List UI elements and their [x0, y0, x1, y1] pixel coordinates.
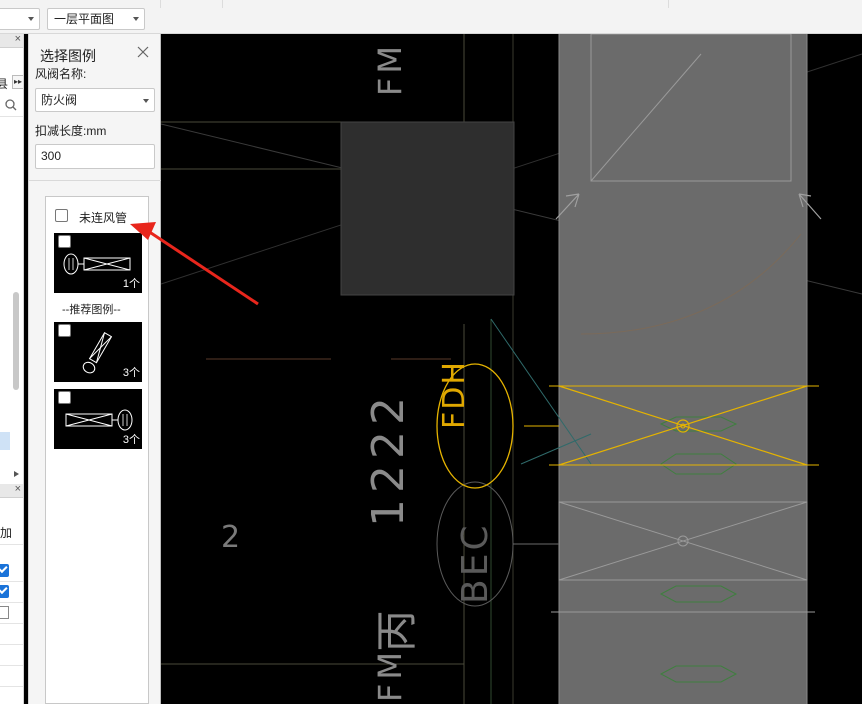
- damper-tag-fdh[interactable]: FDH: [437, 360, 472, 429]
- damper-name-label: 风阀名称:: [35, 67, 87, 81]
- legend-tile-count: 3个: [122, 367, 140, 379]
- divider: [0, 581, 23, 582]
- toolbar-divider: [222, 0, 223, 8]
- cad-text-bing: 丙: [372, 609, 421, 652]
- panel-title: 选择图例: [40, 48, 96, 64]
- legend-selection-panel: 选择图例 风阀名称: 防火阀 扣减长度:mm 300 未连风管 1个 --推荐图…: [28, 34, 161, 704]
- legend-tile-count: 1个: [122, 278, 140, 290]
- cad-text-bec: BEC: [455, 522, 496, 604]
- unconnected-duct-checkbox[interactable]: [55, 209, 68, 222]
- chevron-down-icon: [28, 17, 34, 21]
- expand-toggle-button[interactable]: ▸▸: [12, 75, 23, 89]
- divider: [0, 116, 23, 117]
- divider: [0, 623, 23, 624]
- deduct-length-input[interactable]: 300: [35, 144, 155, 169]
- selected-tree-item[interactable]: [0, 432, 10, 450]
- unconnected-duct-label: 未连风管: [79, 211, 128, 225]
- cad-drawing-canvas[interactable]: FM 1222 丙 FM BEC 2 FDH: [161, 34, 862, 704]
- side-panel-header: ×: [0, 483, 23, 498]
- close-icon[interactable]: ×: [15, 483, 21, 495]
- add-label: 加: [0, 526, 13, 540]
- divider: [0, 644, 23, 645]
- legend-tile[interactable]: 3个: [54, 389, 142, 449]
- cad-text-1222: 1222: [363, 391, 414, 527]
- divider: [0, 686, 23, 687]
- expand-arrow-icon[interactable]: [14, 471, 19, 477]
- toolbar-divider: [668, 0, 669, 8]
- legend-tile-count: 3个: [122, 434, 140, 446]
- close-icon[interactable]: [134, 43, 152, 61]
- cad-text-fm-bottom: FM: [371, 647, 409, 702]
- divider: [0, 544, 23, 545]
- side-panel-partial-text: 县: [0, 75, 8, 92]
- floor-select[interactable]: 一层平面图: [47, 8, 145, 30]
- legend-tile-checkbox[interactable]: [58, 235, 71, 248]
- deduct-length-value: 300: [41, 149, 62, 163]
- toolbar-left-select[interactable]: [0, 8, 40, 30]
- chevron-down-icon: [133, 17, 139, 21]
- divider: [0, 665, 23, 666]
- search-icon[interactable]: [3, 98, 21, 112]
- divider: [29, 180, 161, 181]
- floor-select-value: 一层平面图: [54, 12, 115, 26]
- legend-tile-checkbox[interactable]: [58, 324, 71, 337]
- scrollbar[interactable]: [13, 292, 19, 390]
- damper-name-value: 防火阀: [41, 93, 78, 107]
- close-icon[interactable]: ×: [15, 34, 21, 45]
- cad-drawing: [161, 34, 862, 704]
- recommended-header: --推荐图例--: [62, 304, 121, 316]
- legend-tile-checkbox[interactable]: [58, 391, 71, 404]
- legend-tile[interactable]: 3个: [54, 322, 142, 382]
- legend-list: 未连风管 1个 --推荐图例-- 3个 3个: [45, 196, 149, 704]
- checkbox-checked[interactable]: [0, 585, 9, 598]
- chevron-down-icon: [143, 99, 149, 103]
- checkbox-checked[interactable]: [0, 564, 9, 577]
- checkbox-unchecked[interactable]: [0, 606, 9, 619]
- legend-tile[interactable]: 1个: [54, 233, 142, 293]
- left-side-panel: × 县 ▸▸ i × 加: [0, 34, 24, 704]
- divider: [0, 602, 23, 603]
- cad-text-fm-top: FM: [371, 41, 409, 96]
- damper-name-select[interactable]: 防火阀: [35, 88, 155, 112]
- top-toolbar: 一层平面图: [0, 0, 862, 34]
- deduct-length-label: 扣减长度:mm: [35, 124, 107, 138]
- cad-text-number: 2: [221, 520, 241, 555]
- toolbar-divider: [160, 0, 161, 8]
- side-panel-header: ×: [0, 34, 23, 48]
